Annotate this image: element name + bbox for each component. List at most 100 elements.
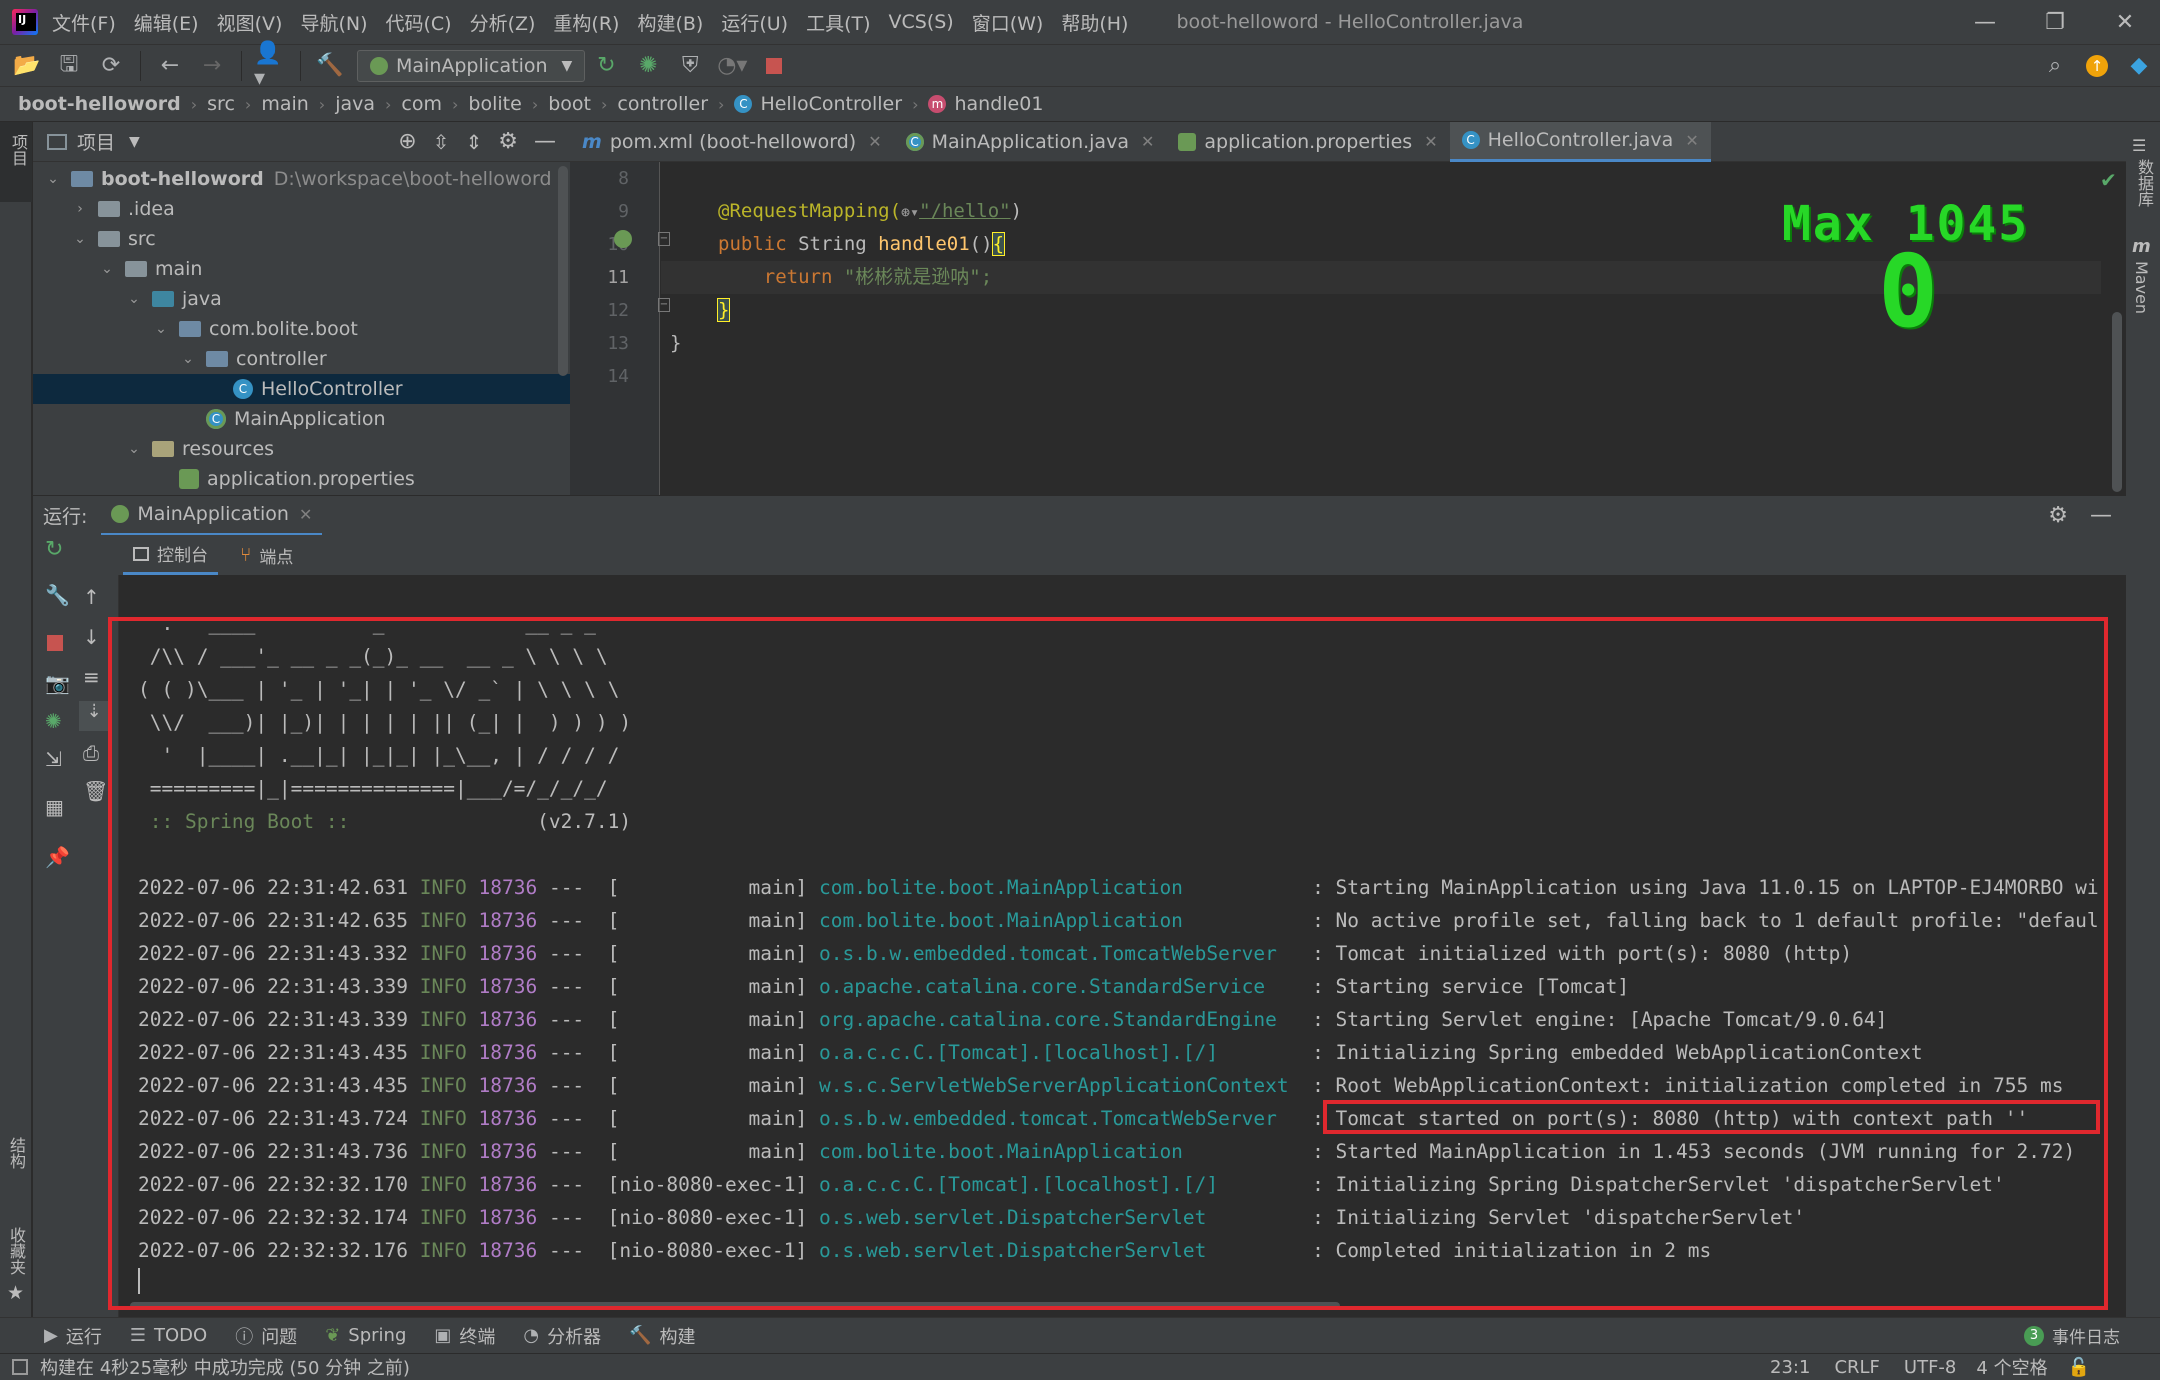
menu-item[interactable]: 重构(R) [553,9,619,36]
caret-position[interactable]: 23:1 [1770,1357,1810,1378]
back-icon[interactable]: ← [153,49,187,83]
breadcrumb-item[interactable]: java [335,93,375,115]
trash-icon[interactable]: 🗑 [83,779,108,803]
menu-item[interactable]: 代码(C) [385,9,451,36]
bottom-tool-todo[interactable]: ☰ TODO [130,1325,207,1346]
hide-icon[interactable]: — [2090,503,2112,528]
camera-icon[interactable]: 📷 [45,671,70,695]
breadcrumb-item[interactable]: boot [548,93,591,115]
request-path[interactable]: "/hello" [919,200,1011,222]
menu-item[interactable]: 工具(T) [806,9,870,36]
menu-item[interactable]: 窗口(W) [972,9,1044,36]
bottom-tool-profiler[interactable]: ◔ 分析器 [523,1323,601,1349]
tree-item[interactable]: C MainApplication [33,404,570,434]
breadcrumb-item[interactable]: controller [617,93,708,115]
menu-item[interactable]: 文件(F) [52,9,116,36]
minimize-icon[interactable]: — [1950,10,2020,35]
profile-icon[interactable]: ◔▾ [715,49,749,83]
close-icon[interactable]: ✕ [1141,132,1154,151]
down-arrow-icon[interactable]: ↓ [83,625,100,649]
wrench-icon[interactable]: 🔧 [45,583,70,607]
chevron-down-icon[interactable]: ⌄ [72,231,88,247]
chevron-down-icon[interactable]: ⌄ [45,171,61,187]
console-tab[interactable]: 控制台 [123,535,218,575]
breadcrumb-item[interactable]: boot-helloword [18,93,181,115]
coverage-icon[interactable]: ⛨ [673,49,707,83]
stop-icon[interactable] [757,49,791,83]
pin-icon[interactable]: 📌 [45,845,70,869]
scroll-to-end-icon[interactable]: ⇣ [79,701,109,731]
locate-icon[interactable]: ⊕ [398,129,416,154]
project-view-label[interactable]: 项目 [77,128,115,155]
bottom-tool-terminal[interactable]: ▣ 终端 [434,1323,495,1349]
bottom-tool-problems[interactable]: ⓘ 问题 [235,1323,297,1349]
chevron-down-icon[interactable]: ⌄ [126,291,142,307]
bottom-tool-spring[interactable]: ❦ Spring [325,1325,406,1346]
tree-item[interactable]: ⌄ src [33,224,570,254]
hide-icon[interactable]: — [534,129,556,154]
collapse-all-icon[interactable]: ⇕ [466,130,483,154]
gear-icon[interactable]: ⚙ [498,129,518,154]
layout-icon[interactable]: ▦ [45,795,64,819]
menu-item[interactable]: 分析(Z) [470,9,536,36]
close-icon[interactable]: ✕ [1424,132,1437,151]
maven-tool-button[interactable]: m Maven [2132,236,2151,314]
spring-endpoint-icon[interactable] [614,230,632,248]
close-icon[interactable]: ✕ [299,505,312,524]
tree-item[interactable]: ⌄ com.bolite.boot [33,314,570,344]
editor-tab[interactable]: C HelloController.java ✕ [1449,121,1711,162]
expand-all-icon[interactable]: ⇳ [433,130,450,154]
fold-icon[interactable]: − [658,232,670,246]
update-icon[interactable]: ↑ [2080,49,2114,83]
line-separator[interactable]: CRLF [1834,1357,1879,1378]
user-icon[interactable]: 👤▾ [254,41,288,91]
editor-scrollbar[interactable] [2112,312,2122,492]
tree-item[interactable]: ⌄ resources [33,434,570,464]
rerun-icon[interactable]: ↻ [45,537,63,562]
breadcrumb-item[interactable]: bolite [468,93,521,115]
editor-tab[interactable]: m pom.xml (boot-helloword) ✕ [570,122,894,162]
tree-item[interactable]: ⌄ boot-helloword D:\workspace\boot-hellowo… [33,164,570,194]
menu-item[interactable]: 编辑(E) [134,9,199,36]
breadcrumb-item[interactable]: HelloController [760,93,902,115]
folder-open-icon[interactable]: 📂 [10,49,44,83]
tree-item[interactable]: ⌄ main [33,254,570,284]
lock-icon[interactable]: 🔓 [2068,1357,2090,1378]
menu-item[interactable]: VCS(S) [889,11,954,33]
hammer-icon[interactable]: 🔨 [313,49,347,83]
event-log-button[interactable]: 3 事件日志 [2024,1323,2120,1348]
chevron-down-icon[interactable]: ⌄ [180,351,196,367]
menu-item[interactable]: 导航(N) [300,9,367,36]
search-icon[interactable]: ⌕ [2038,49,2072,83]
structure-tool-button[interactable]: 结构 [4,1137,28,1169]
up-arrow-icon[interactable]: ↑ [83,585,100,609]
breadcrumb-item[interactable]: handle01 [954,93,1043,115]
sync-icon[interactable]: ⟳ [94,49,128,83]
stop-icon[interactable] [47,635,63,651]
chevron-down-icon[interactable]: ⌄ [99,261,115,277]
print-icon[interactable]: ⎙ [83,741,99,765]
restore-icon[interactable]: ❐ [2020,10,2090,35]
menu-item[interactable]: 运行(U) [721,9,788,36]
panel-toggle-icon[interactable] [12,1359,28,1375]
chevron-right-icon[interactable]: › [72,201,88,217]
tree-item[interactable]: ⌄ controller [33,344,570,374]
breadcrumb-item[interactable]: main [261,93,308,115]
close-icon[interactable]: ✕ [1685,131,1698,150]
file-encoding[interactable]: UTF-8 [1904,1357,1956,1378]
breadcrumb-item[interactable]: com [401,93,442,115]
tree-item[interactable]: C HelloController [33,374,570,404]
bottom-tool-build[interactable]: 🔨 构建 [629,1323,695,1349]
status-message[interactable]: 构建在 4秒25毫秒 中成功完成 (50 分钟 之前) [40,1354,410,1380]
fold-icon[interactable]: − [658,298,670,312]
close-icon[interactable]: ✕ [2090,10,2160,35]
endpoints-tab[interactable]: ⑂ 端点 [230,535,303,575]
forward-icon[interactable]: → [195,49,229,83]
tree-item[interactable]: application.properties [33,464,570,494]
project-tool-button[interactable]: 项目 [0,122,32,202]
debug-icon[interactable]: ✺ [45,709,62,733]
run-config-select[interactable]: MainApplication ▼ [357,49,586,82]
tree-item[interactable]: › .idea [33,194,570,224]
chevron-down-icon[interactable]: ⌄ [126,441,142,457]
close-icon[interactable]: ✕ [868,132,881,151]
